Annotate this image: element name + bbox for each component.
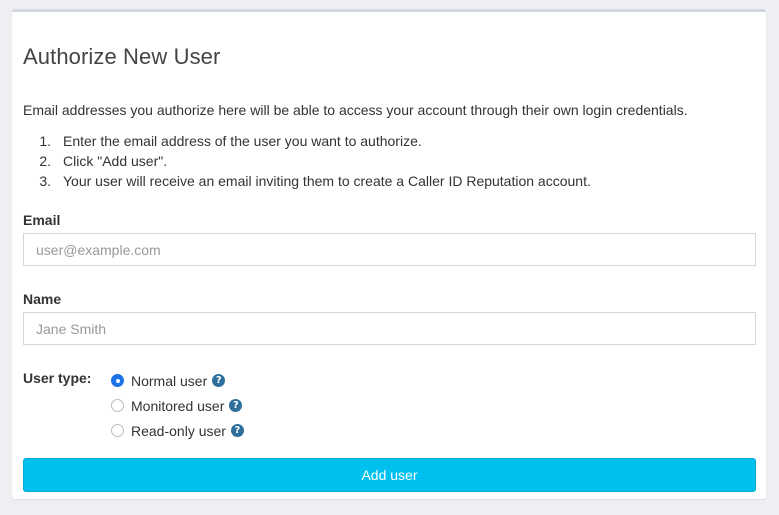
step-text: Your user will receive an email inviting… <box>63 173 591 189</box>
step-number: 1. <box>39 133 51 149</box>
question-circle-icon[interactable]: ? <box>230 424 244 437</box>
question-circle-icon[interactable]: ? <box>212 374 226 387</box>
radio-label[interactable]: Normal user <box>131 373 207 389</box>
email-label: Email <box>23 212 61 228</box>
page-title: Authorize New User <box>23 44 221 69</box>
radio-option-read-only-user[interactable]: Read-only user ? <box>111 418 244 443</box>
radio-label[interactable]: Read-only user <box>131 423 226 439</box>
intro-text: Email addresses you authorize here will … <box>23 102 688 118</box>
radio-button[interactable] <box>111 424 124 437</box>
radio-button[interactable] <box>111 399 124 412</box>
user-type-radio-group: Normal user ? Monitored user ? Read-only… <box>111 368 244 443</box>
authorize-user-card: Authorize New User Email addresses you a… <box>12 9 766 499</box>
step-number: 2. <box>39 153 51 169</box>
radio-option-monitored-user[interactable]: Monitored user ? <box>111 393 244 418</box>
step-text: Enter the email address of the user you … <box>63 133 422 149</box>
name-label: Name <box>23 291 62 307</box>
email-field[interactable] <box>23 233 756 266</box>
name-field[interactable] <box>23 312 756 345</box>
step-number: 3. <box>39 173 51 189</box>
radio-option-normal-user[interactable]: Normal user ? <box>111 368 244 393</box>
list-item: 2. Click "Add user". <box>23 151 591 171</box>
user-type-label: User type: <box>23 370 92 386</box>
step-text: Click "Add user". <box>63 153 168 169</box>
instructions-list: 1. Enter the email address of the user y… <box>23 131 591 191</box>
question-circle-icon[interactable]: ? <box>229 399 243 412</box>
list-item: 1. Enter the email address of the user y… <box>23 131 591 151</box>
list-item: 3. Your user will receive an email invit… <box>23 171 591 191</box>
add-user-button[interactable]: Add user <box>23 458 756 492</box>
radio-label[interactable]: Monitored user <box>131 398 224 414</box>
radio-button-checked[interactable] <box>111 374 124 387</box>
